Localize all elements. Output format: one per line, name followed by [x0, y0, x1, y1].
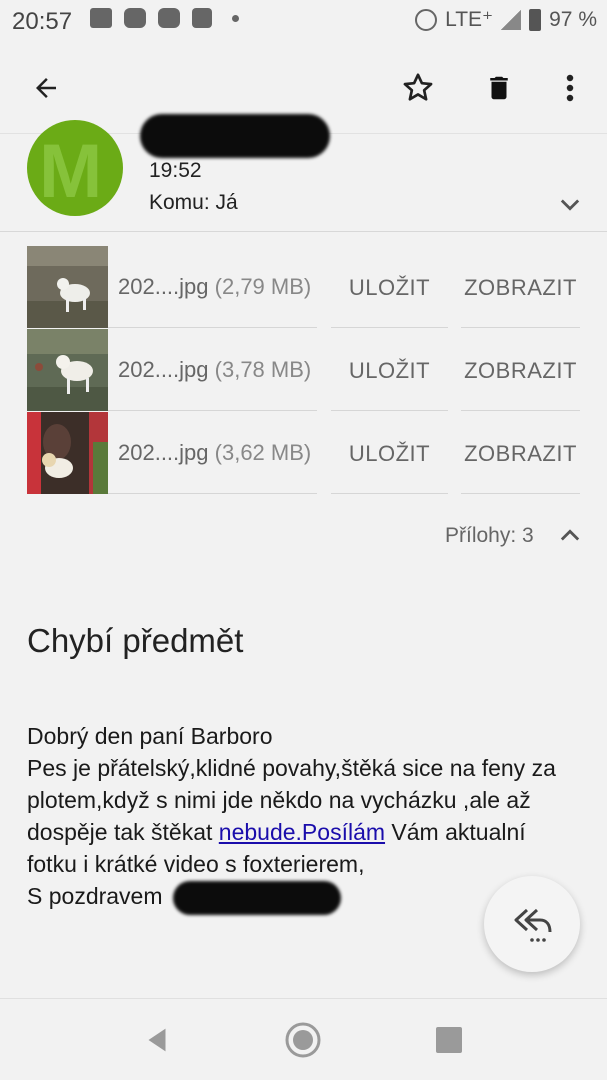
triangle-back-icon: [148, 1028, 166, 1052]
chevron-up-icon: [560, 529, 580, 541]
dog-photo-thumbnail: [27, 412, 108, 494]
collapse-attachments-button[interactable]: [556, 522, 584, 550]
nav-back-button[interactable]: [140, 1023, 174, 1057]
view-button[interactable]: ZOBRAZIT: [461, 246, 580, 328]
view-button[interactable]: ZOBRAZIT: [461, 329, 580, 411]
body-link[interactable]: nebude.Posílám: [219, 819, 385, 845]
trash-icon: [490, 76, 508, 100]
image-icon: [90, 8, 112, 28]
reply-all-icon: [514, 908, 552, 942]
divider: [331, 410, 448, 411]
back-button[interactable]: [20, 62, 72, 114]
signature-text: S pozdravem: [27, 883, 163, 909]
divider: [461, 327, 580, 328]
divider: [331, 493, 448, 494]
avatar[interactable]: M: [27, 120, 123, 216]
attachment-row: 202....jpg (3,62 MB) ULOŽIT ZOBRAZIT: [0, 412, 607, 494]
expand-details-button[interactable]: [556, 190, 584, 218]
attachment-name[interactable]: 202....jpg (2,79 MB): [118, 274, 311, 300]
attachment-name[interactable]: 202....jpg (3,78 MB): [118, 357, 311, 383]
view-button[interactable]: ZOBRAZIT: [461, 412, 580, 494]
save-button[interactable]: ULOŽIT: [331, 329, 448, 411]
divider: [461, 493, 580, 494]
message-recipient: Komu: Já: [149, 191, 238, 214]
save-button[interactable]: ULOŽIT: [331, 246, 448, 328]
network-type: LTE⁺: [445, 8, 494, 31]
attachment-thumbnail[interactable]: [27, 246, 108, 328]
redacted-sender-name: [140, 114, 330, 158]
body-paragraph: Pes je přátelský,klidné povahy,štěká sic…: [27, 752, 567, 880]
message-time: 19:52: [149, 159, 202, 182]
redacted-signature: [172, 880, 341, 915]
youtube-icon: [158, 8, 180, 28]
reply-all-button[interactable]: [484, 876, 580, 972]
attachments-count: Přílohy: 3: [445, 524, 534, 547]
home-circle-icon: [285, 1022, 321, 1058]
attachment-name[interactable]: 202....jpg (3,62 MB): [118, 440, 311, 466]
signal-icon: [501, 9, 522, 30]
avatar-letter: M: [39, 129, 103, 214]
nav-recents-button[interactable]: [436, 1027, 462, 1053]
more-notifications-icon: [232, 14, 239, 22]
divider: [461, 410, 580, 411]
attachment-thumbnail[interactable]: [27, 412, 108, 494]
delete-button[interactable]: [473, 62, 525, 114]
puzzle-icon: [192, 8, 212, 28]
attachment-thumbnail[interactable]: [27, 329, 108, 411]
status-time: 20:57: [12, 8, 73, 35]
alarm-icon: [415, 8, 438, 31]
notification-icons: [90, 8, 239, 28]
more-options-button[interactable]: [544, 62, 596, 114]
attachment-row: 202....jpg (2,79 MB) ULOŽIT ZOBRAZIT: [0, 246, 607, 328]
battery-icon: [529, 8, 542, 31]
attachment-size: (2,79 MB): [214, 274, 312, 299]
arrow-left-icon: [36, 78, 56, 98]
star-button[interactable]: [392, 62, 444, 114]
dog-photo-thumbnail: [27, 246, 108, 328]
status-bar: 20:57 LTE⁺ 97 %: [0, 0, 607, 42]
message-body: Dobrý den paní Barboro Pes je přátelský,…: [27, 720, 567, 915]
divider: [331, 327, 448, 328]
nav-home-button[interactable]: [284, 1021, 322, 1059]
message-header[interactable]: M 19:52 Komu: Já: [0, 114, 607, 232]
divider: [108, 410, 317, 411]
divider: [108, 327, 317, 328]
attachment-row: 202....jpg (3,78 MB) ULOŽIT ZOBRAZIT: [0, 329, 607, 411]
star-outline-icon: [403, 73, 433, 101]
save-button[interactable]: ULOŽIT: [331, 412, 448, 494]
chevron-down-icon: [560, 199, 580, 211]
dog-photo-thumbnail: [27, 329, 108, 411]
more-vert-icon: [566, 74, 574, 102]
youtube-icon: [124, 8, 146, 28]
body-greeting: Dobrý den paní Barboro: [27, 723, 273, 749]
system-nav-bar: [0, 998, 607, 1080]
attachment-size: (3,62 MB): [214, 440, 312, 465]
battery-level: 97 %: [549, 7, 597, 31]
message-subject: Chybí předmět: [27, 622, 244, 659]
attachment-size: (3,78 MB): [214, 357, 312, 382]
status-right: LTE⁺ 97 %: [415, 7, 597, 32]
divider: [108, 493, 317, 494]
